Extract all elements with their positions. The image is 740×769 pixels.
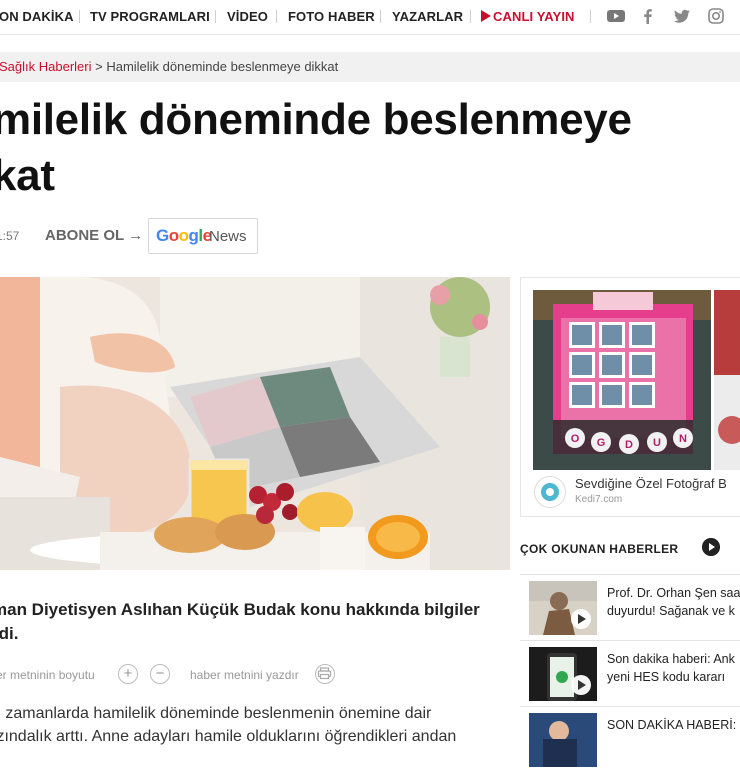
body-line-1: n zamanlarda hamilelik döneminde beslenm… xyxy=(0,705,432,722)
ad-letter: G xyxy=(597,437,606,449)
news-title-line-2: duyurdu! Sağanak ve k xyxy=(607,604,735,618)
nav-item-video[interactable]: VİDEO xyxy=(227,9,268,24)
pregnant-breakfast-image xyxy=(0,277,510,570)
play-icon xyxy=(481,10,491,22)
most-read-header: ÇOK OKUNAN HABERLER xyxy=(520,537,740,559)
subscribe-link[interactable]: ABONE OL → xyxy=(45,227,143,244)
article-hero-image xyxy=(0,277,510,570)
news-title: Son dakika haberi: Ank yeni HES kodu kar… xyxy=(607,650,740,686)
facebook-icon[interactable] xyxy=(638,7,658,25)
ad-letter: U xyxy=(653,437,661,449)
top-navigation: ON DAKİKA TV PROGRAMLARI VİDEO FOTO HABE… xyxy=(0,0,740,35)
news-title-line-1: Prof. Dr. Orhan Şen saa xyxy=(607,586,740,600)
video-play-icon xyxy=(571,609,591,629)
ad-letter: D xyxy=(625,439,633,451)
article-body: n zamanlarda hamilelik döneminde beslenm… xyxy=(0,702,512,748)
ad-letter: O xyxy=(571,433,580,445)
font-size-label: er metninin boyutu xyxy=(0,668,95,682)
breadcrumb: Sağlık Haberleri > Hamilelik döneminde b… xyxy=(0,52,740,82)
nav-divider xyxy=(79,10,80,23)
publish-time: 1:57 xyxy=(0,229,20,243)
live-broadcast-link[interactable]: CANLI YAYIN xyxy=(481,9,575,24)
title-line-2: kat xyxy=(0,151,55,200)
ad-letter: N xyxy=(679,433,687,445)
article-lead: man Diyetisyen Aslıhan Küçük Budak konu … xyxy=(0,598,517,646)
news-label: News xyxy=(209,228,247,245)
nav-divider xyxy=(380,10,381,23)
news-title: Prof. Dr. Orhan Şen saa duyurdu! Sağanak… xyxy=(607,584,740,620)
nav-divider xyxy=(470,10,471,23)
nav-divider xyxy=(215,10,216,23)
lead-line-2: rdi. xyxy=(0,624,19,643)
kedi7-logo xyxy=(534,476,566,508)
google-logo: Google xyxy=(156,226,212,245)
google-news-button[interactable]: Google News xyxy=(148,218,258,254)
youtube-icon[interactable] xyxy=(606,7,626,25)
lead-line-1: man Diyetisyen Aslıhan Küçük Budak konu … xyxy=(0,600,480,619)
news-title-line-1: Son dakika haberi: Ank xyxy=(607,652,735,666)
news-thumbnail xyxy=(529,581,597,635)
body-line-2: ızındalık arttı. Anne adayları hamile ol… xyxy=(0,728,457,745)
breadcrumb-separator: > xyxy=(91,59,107,74)
most-read-title: ÇOK OKUNAN HABERLER xyxy=(520,542,679,556)
breadcrumb-category-link[interactable]: Sağlık Haberleri xyxy=(0,59,92,74)
sponsored-ad[interactable]: O G D U N Sevdiğine Özel Fotoğraf B Kedi… xyxy=(520,277,740,517)
news-title: SON DAKİKA HABERİ: xyxy=(607,716,740,734)
video-play-icon xyxy=(571,675,591,695)
news-title-line-2: yeni HES kodu kararı xyxy=(607,670,726,684)
news-thumbnail xyxy=(529,713,597,767)
nav-item-foto-haber[interactable]: FOTO HABER xyxy=(288,9,375,24)
ad-source: Kedi7.com xyxy=(575,494,623,505)
breadcrumb-current: Hamilelik döneminde beslenmeye dikkat xyxy=(106,59,339,74)
article-title: milelik döneminde beslenmeye kat xyxy=(0,92,740,204)
instagram-icon[interactable] xyxy=(706,7,726,25)
nav-divider xyxy=(590,10,591,23)
ad-photo-second xyxy=(714,290,740,470)
increase-font-button[interactable]: + xyxy=(118,664,138,684)
decrease-font-button[interactable]: − xyxy=(150,664,170,684)
live-label: CANLI YAYIN xyxy=(493,9,575,24)
nav-item-son-dakika[interactable]: ON DAKİKA xyxy=(0,9,74,24)
play-circle-icon[interactable] xyxy=(702,538,720,556)
ad-title[interactable]: Sevdiğine Özel Fotoğraf B xyxy=(575,476,727,491)
article-tools: er metninin boyutu + − haber metnini yaz… xyxy=(0,662,520,688)
print-icon[interactable] xyxy=(315,664,335,684)
nav-divider xyxy=(276,10,277,23)
most-read-item[interactable]: SON DAKİKA HABERİ: xyxy=(520,706,740,769)
print-label[interactable]: haber metnini yazdır xyxy=(190,668,299,682)
ad-photo-board: O G D U N xyxy=(533,290,711,470)
nav-item-tv-programlari[interactable]: TV PROGRAMLARI xyxy=(90,9,210,24)
title-line-1: milelik döneminde beslenmeye xyxy=(0,95,632,144)
news-title-line-1: SON DAKİKA HABERİ: xyxy=(607,718,737,732)
nav-item-yazarlar[interactable]: YAZARLAR xyxy=(392,9,463,24)
most-read-item[interactable]: Son dakika haberi: Ank yeni HES kodu kar… xyxy=(520,640,740,703)
article-meta: 1:57 ABONE OL → Google News xyxy=(0,218,300,254)
most-read-item[interactable]: Prof. Dr. Orhan Şen saa duyurdu! Sağanak… xyxy=(520,574,740,637)
twitter-icon[interactable] xyxy=(672,7,692,25)
news-thumbnail xyxy=(529,647,597,701)
